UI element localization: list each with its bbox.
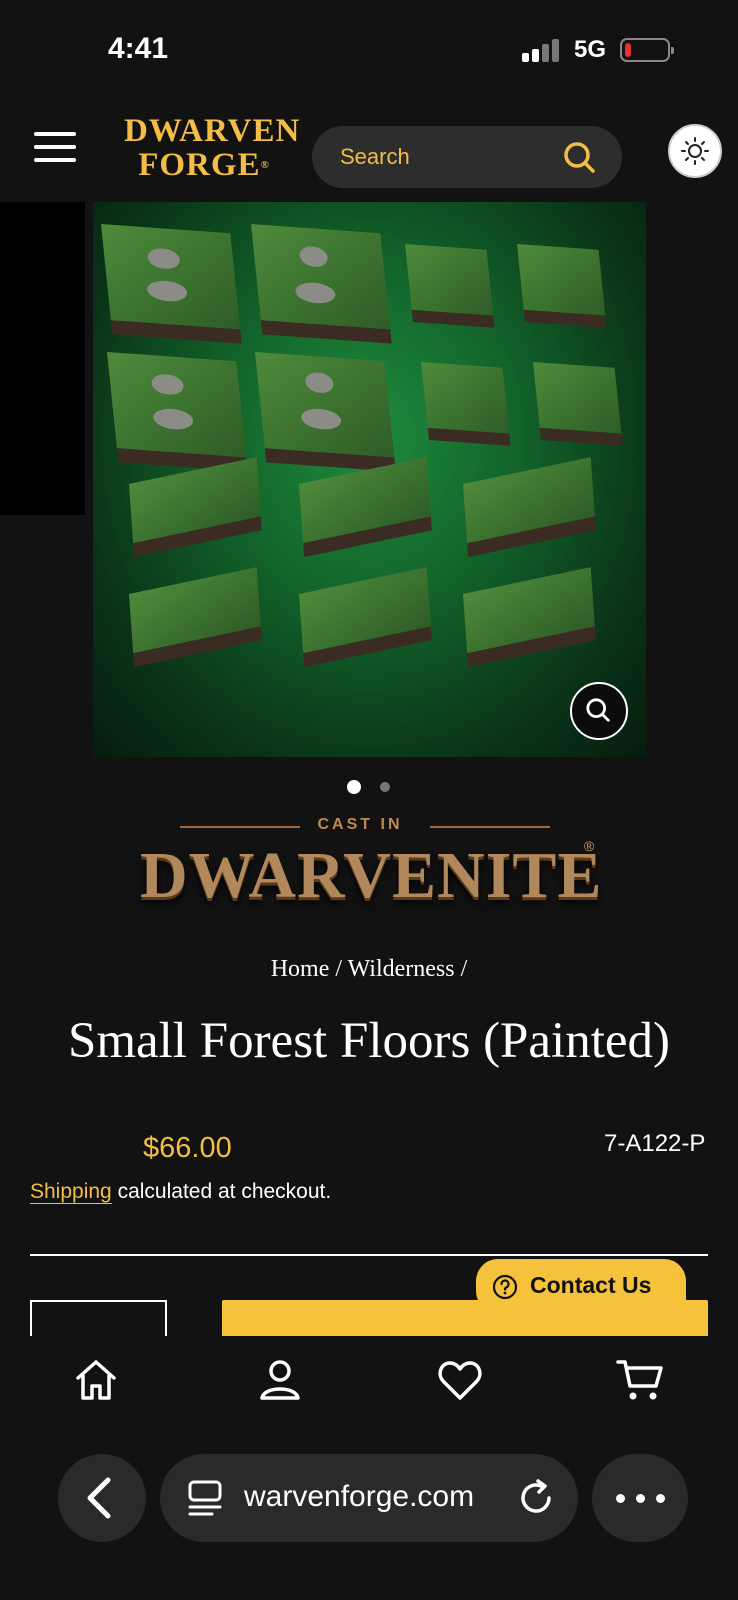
shipping-text: calculated at checkout. (111, 1180, 332, 1203)
breadcrumb[interactable]: Home / Wilderness / (0, 956, 738, 983)
quantity-stepper[interactable] (30, 1300, 167, 1340)
divider (30, 1254, 708, 1256)
theme-toggle-button[interactable] (668, 124, 722, 178)
contact-us-button[interactable]: Contact Us (476, 1259, 686, 1313)
contact-us-label: Contact Us (530, 1272, 652, 1298)
zoom-button[interactable] (570, 682, 628, 740)
sun-icon (681, 137, 709, 165)
signal-icon (522, 38, 562, 62)
product-sku: 7-A122-P (604, 1130, 706, 1157)
forest-tiles-illustration (100, 224, 623, 668)
more-dot (616, 1494, 625, 1503)
chevron-left-icon (87, 1477, 111, 1519)
status-bar: 4:41 5G (0, 0, 738, 100)
cast-in-dwarvenite-badge: CAST IN DWARVENITE ® (140, 816, 603, 916)
badge-word: DWARVENITE (140, 839, 603, 912)
back-button[interactable] (58, 1454, 146, 1542)
cart-icon[interactable] (616, 1356, 664, 1404)
badge-reg: ® (584, 838, 595, 854)
zoom-icon (586, 698, 610, 722)
network-label: 5G (574, 36, 607, 63)
more-button[interactable] (592, 1454, 688, 1542)
bottom-nav (0, 1336, 738, 1432)
product-price: $66.00 (143, 1132, 232, 1164)
site-logo[interactable]: DWARVEN FORGE® (124, 113, 301, 183)
search-placeholder: Search (340, 144, 410, 169)
wishlist-icon[interactable] (436, 1356, 484, 1404)
badge-cast-in: CAST IN (317, 816, 403, 833)
site-header: DWARVEN FORGE® Search (0, 100, 738, 202)
gallery-prev-slide (0, 202, 85, 515)
carousel-dot-2[interactable] (380, 782, 390, 792)
logo-line2: FORGE (138, 147, 261, 183)
more-dot (656, 1494, 665, 1503)
address-bar[interactable]: warvenforge.com (160, 1454, 578, 1542)
reload-icon[interactable] (516, 1478, 556, 1518)
help-icon (492, 1274, 518, 1300)
carousel-dot-1[interactable] (347, 780, 361, 794)
status-time: 4:41 (108, 32, 169, 65)
home-icon[interactable] (72, 1356, 120, 1404)
logo-reg: ® (260, 159, 270, 171)
product-title: Small Forest Floors (Painted) (67, 1013, 671, 1069)
more-dot (636, 1494, 645, 1503)
shipping-note: Shipping calculated at checkout. (30, 1180, 331, 1204)
search-input[interactable]: Search (312, 126, 622, 188)
account-icon[interactable] (256, 1356, 304, 1404)
product-image[interactable] (93, 202, 646, 757)
shipping-link[interactable]: Shipping (30, 1180, 112, 1204)
search-icon[interactable] (562, 140, 596, 174)
browser-bar: warvenforge.com (0, 1432, 738, 1600)
menu-button[interactable] (34, 132, 76, 168)
url-text: warvenforge.com (244, 1480, 475, 1513)
page-menu-icon (188, 1480, 222, 1516)
battery-icon (620, 38, 674, 62)
logo-line1: DWARVEN (124, 113, 301, 149)
